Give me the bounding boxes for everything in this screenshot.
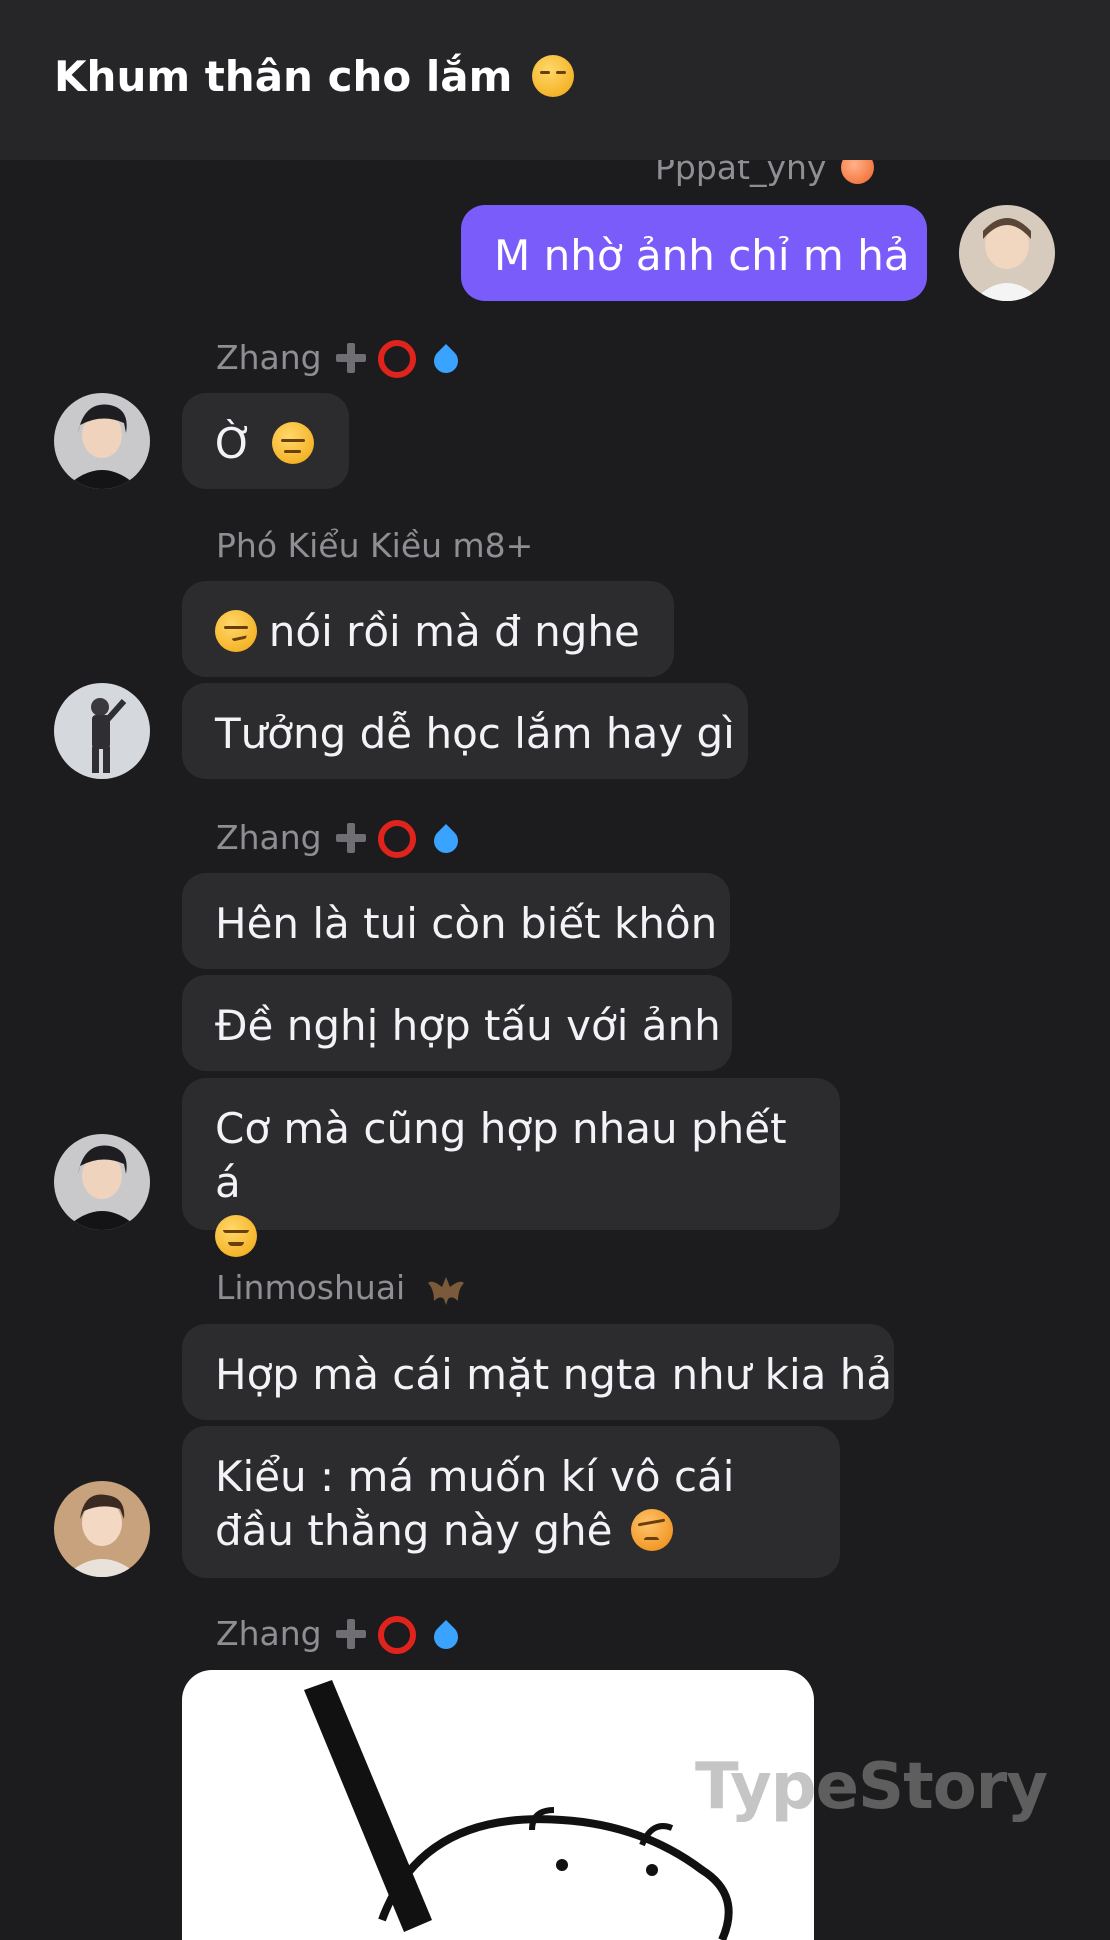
avatar-pho-kieu-kieu[interactable] [54,683,150,779]
droplet-icon [428,824,463,858]
sender-name-zhang: Zhang [216,818,464,858]
avatar-self[interactable] [959,205,1055,301]
message-text: M nhờ ảnh chỉ m hả [494,231,910,280]
avatar-zhang[interactable] [54,1134,150,1230]
message-text: Đề nghị hợp tấu với ảnh [215,1001,721,1050]
message-bubble[interactable]: Hên là tui còn biết khôn [182,873,730,969]
message-bubble[interactable]: Ờ [182,393,349,489]
message-bubble[interactable]: Hợp mà cái mặt ngta như kia hả [182,1324,894,1420]
relieved-face-icon [215,1214,257,1257]
chat-title[interactable]: Khum thân cho lắm [54,52,575,101]
message-text: Ờ [215,419,254,468]
droplet-icon [428,1620,463,1654]
sender-name-zhang: Zhang [216,338,464,378]
angry-face-icon [630,1508,673,1551]
message-bubble[interactable]: nói rồi mà đ nghe [182,581,674,677]
expressionless-face-icon [271,421,314,464]
sender-name-text: Zhang [216,1614,322,1653]
message-bubble[interactable]: Cơ mà cũng hợp nhau phết á [182,1078,840,1257]
plus-icon [335,343,366,373]
droplet-icon [428,344,463,378]
message-bubble[interactable]: Kiểu : má muốn kí vô cái đầu thằng này g… [182,1426,840,1578]
smirking-face-icon [215,609,257,652]
avatar-zhang[interactable] [54,393,150,489]
sender-name-pho-kieu-kieu: Phó Kiểu Kiều m8+ [216,526,533,565]
message-bubble-outgoing[interactable]: M nhờ ảnh chỉ m hả [461,205,927,301]
avatar-photo-icon [54,1481,150,1577]
avatar-photo-icon [54,393,150,489]
message-text: nói rồi mà đ nghe [268,607,640,656]
red-circle-icon [377,1616,416,1654]
plus-icon [335,1619,366,1649]
unamused-face-icon [532,54,575,97]
red-circle-icon [377,340,416,378]
message-text: Tưởng dễ học lắm hay gì [215,709,735,758]
red-circle-icon [377,820,416,858]
avatar-photo-icon [54,1134,150,1230]
avatar-photo-icon [959,205,1055,301]
message-text: Cơ mà cũng hợp nhau phết á [215,1104,787,1207]
chat-title-text: Khum thân cho lắm [54,52,513,101]
message-text: Hợp mà cái mặt ngta như kia hả [215,1350,893,1399]
plus-icon [335,823,366,853]
avatar-linmoshuai[interactable] [54,1481,150,1577]
sender-name-text: Zhang [216,818,322,857]
sender-name-text: Phó Kiểu Kiều m8+ [216,526,534,565]
chat-header: Khum thân cho lắm [0,0,1110,160]
avatar-photo-icon [54,683,150,779]
sender-name-zhang: Zhang [216,1614,464,1654]
message-text: Hên là tui còn biết khôn [215,899,718,948]
bat-icon [427,1277,464,1305]
sender-name-text: Zhang [216,338,322,377]
sender-name-text: Linmoshuai [216,1268,406,1307]
message-bubble[interactable]: Tưởng dễ học lắm hay gì [182,683,748,779]
sender-name-linmoshuai: Linmoshuai [216,1268,466,1307]
message-bubble[interactable]: Đề nghị hợp tấu với ảnh [182,975,732,1071]
watermark: TypeStory [695,1750,1048,1824]
